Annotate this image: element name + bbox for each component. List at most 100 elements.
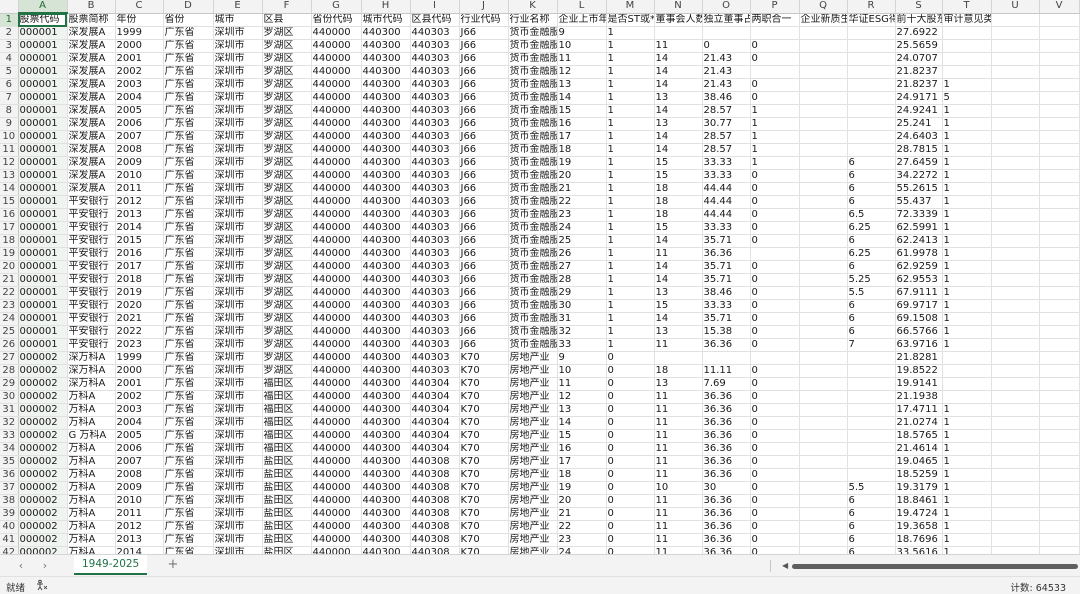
cell-C37[interactable]: 2009 [115,481,164,495]
cell-V20[interactable] [1039,260,1080,274]
cell-C20[interactable]: 2017 [115,260,164,274]
cell-C42[interactable]: 2014 [115,546,164,554]
cell-M11[interactable]: 1 [606,143,655,157]
cell-S6[interactable]: 21.8237 [895,78,943,92]
cell-I11[interactable]: 440303 [410,143,460,157]
cell-L41[interactable]: 23 [557,533,607,547]
cell-T25[interactable]: 1 [942,325,992,339]
cell-K18[interactable]: 货币金融服 [508,234,558,248]
cell-C21[interactable]: 2018 [115,273,164,287]
cell-S25[interactable]: 66.5766 [895,325,943,339]
cell-B32[interactable]: 万科A [67,416,116,430]
cell-P35[interactable]: 0 [750,455,800,469]
cell-R19[interactable]: 6.25 [847,247,896,261]
cell-B5[interactable]: 深发展A [67,65,116,79]
cell-H13[interactable]: 440300 [361,169,411,183]
cell-R10[interactable] [847,130,896,144]
cell-R2[interactable] [847,26,896,40]
cell-E10[interactable]: 深圳市 [213,130,263,144]
row-header[interactable]: 32 [0,416,19,430]
cell-K40[interactable]: 房地产业 [508,520,558,534]
cell-G25[interactable]: 440000 [311,325,362,339]
cell-C25[interactable]: 2022 [115,325,164,339]
cell-D35[interactable]: 广东省 [163,455,214,469]
cell-A31[interactable]: 000002 [18,403,68,417]
cell-S26[interactable]: 63.9716 [895,338,943,352]
cell-V7[interactable] [1039,91,1080,105]
cell-D8[interactable]: 广东省 [163,104,214,118]
cell-R33[interactable] [847,429,896,443]
cell-P40[interactable]: 0 [750,520,800,534]
cell-B22[interactable]: 平安银行 [67,286,116,300]
cell-A37[interactable]: 000002 [18,481,68,495]
cell-F7[interactable]: 罗湖区 [262,91,312,105]
cell-V13[interactable] [1039,169,1080,183]
cell-S38[interactable]: 18.8461 [895,494,943,508]
cell-E15[interactable]: 深圳市 [213,195,263,209]
cell-T4[interactable] [942,52,992,66]
cell-L36[interactable]: 18 [557,468,607,482]
row-header[interactable]: 20 [0,260,19,274]
cell-Q41[interactable] [799,533,848,547]
cell-S11[interactable]: 28.7815 [895,143,943,157]
cell-O23[interactable]: 33.33 [702,299,751,313]
cell-A29[interactable]: 000002 [18,377,68,391]
cell-B3[interactable]: 深发展A [67,39,116,53]
cell-T30[interactable] [942,390,992,404]
cell-D16[interactable]: 广东省 [163,208,214,222]
cell-K7[interactable]: 货币金融服 [508,91,558,105]
cell-S10[interactable]: 24.6403 [895,130,943,144]
cell-P34[interactable]: 0 [750,442,800,456]
column-header-H[interactable]: H [361,0,411,14]
cell-L17[interactable]: 24 [557,221,607,235]
cell-V42[interactable] [1039,546,1080,554]
cell-C22[interactable]: 2019 [115,286,164,300]
cell-H25[interactable]: 440300 [361,325,411,339]
cell-C5[interactable]: 2002 [115,65,164,79]
cell-H3[interactable]: 440300 [361,39,411,53]
cell-B18[interactable]: 平安银行 [67,234,116,248]
cell-D42[interactable]: 广东省 [163,546,214,554]
cell-O26[interactable]: 36.36 [702,338,751,352]
cell-J42[interactable]: K70 [459,546,509,554]
cell-V18[interactable] [1039,234,1080,248]
cell-D40[interactable]: 广东省 [163,520,214,534]
cell-E13[interactable]: 深圳市 [213,169,263,183]
column-header-S[interactable]: S [895,0,943,14]
cell-T16[interactable]: 1 [942,208,992,222]
cell-S12[interactable]: 27.6459 [895,156,943,170]
cell-H31[interactable]: 440300 [361,403,411,417]
cell-M7[interactable]: 1 [606,91,655,105]
cell-Q5[interactable] [799,65,848,79]
cell-C1[interactable]: 年份 [115,13,164,27]
cell-L37[interactable]: 19 [557,481,607,495]
cell-F6[interactable]: 罗湖区 [262,78,312,92]
cell-T21[interactable]: 1 [942,273,992,287]
cell-E8[interactable]: 深圳市 [213,104,263,118]
cell-N28[interactable]: 18 [654,364,703,378]
cell-T8[interactable]: 1 [942,104,992,118]
cell-M10[interactable]: 1 [606,130,655,144]
cell-E32[interactable]: 深圳市 [213,416,263,430]
cell-D18[interactable]: 广东省 [163,234,214,248]
cell-F28[interactable]: 罗湖区 [262,364,312,378]
cell-U37[interactable] [991,481,1040,495]
cell-B9[interactable]: 深发展A [67,117,116,131]
cell-M17[interactable]: 1 [606,221,655,235]
cell-L32[interactable]: 14 [557,416,607,430]
cell-H8[interactable]: 440300 [361,104,411,118]
cell-U28[interactable] [991,364,1040,378]
cell-V31[interactable] [1039,403,1080,417]
cell-F4[interactable]: 罗湖区 [262,52,312,66]
cell-R7[interactable] [847,91,896,105]
cell-B10[interactable]: 深发展A [67,130,116,144]
cell-J6[interactable]: J66 [459,78,509,92]
cell-J7[interactable]: J66 [459,91,509,105]
cell-R15[interactable]: 6 [847,195,896,209]
cell-G32[interactable]: 440000 [311,416,362,430]
cell-P19[interactable] [750,247,800,261]
cell-A15[interactable]: 000001 [18,195,68,209]
cell-U16[interactable] [991,208,1040,222]
cell-I20[interactable]: 440303 [410,260,460,274]
cell-M28[interactable]: 0 [606,364,655,378]
